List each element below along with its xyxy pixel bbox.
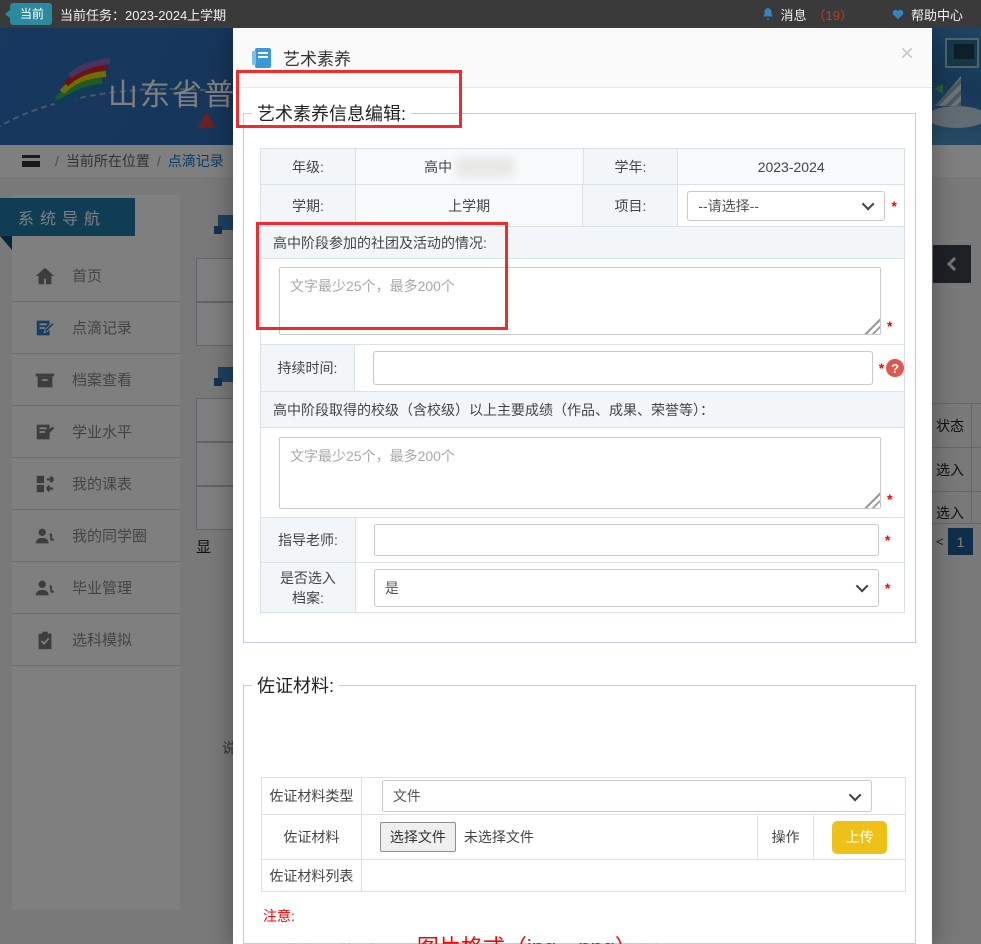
material-table: 佐证材料类型 文件 佐证材料 选择文件 未选择文件 操作 上传 (261, 777, 906, 892)
help-center-link[interactable]: 帮助中心 (911, 5, 963, 24)
redacted-text (456, 157, 514, 177)
semester-value: 上学期 (356, 185, 584, 226)
notes-block: 注意: 1.总档案佐证材料中只显示图片格式（jpg、png）的文件缩略图。 2.… (263, 906, 903, 944)
file-status-text: 未选择文件 (464, 827, 534, 847)
material-list-empty (362, 860, 906, 891)
material-section: 佐证材料: 佐证材料类型 文件 佐证材料 选择文件 未选择文件 (243, 672, 916, 944)
material-type-select[interactable]: 文件 (382, 780, 872, 812)
achievement-textarea[interactable] (279, 437, 881, 509)
material-type-label: 佐证材料类型 (262, 778, 362, 814)
chevron-down-icon (862, 198, 875, 211)
teacher-label: 指导老师: (261, 518, 356, 562)
duration-input[interactable] (373, 351, 873, 385)
chevron-down-icon (856, 580, 869, 593)
grade-value: 高中 (356, 149, 584, 184)
archive-select[interactable]: 是 (374, 569, 879, 607)
teacher-input[interactable] (374, 524, 879, 556)
upload-button[interactable]: 上传 (832, 821, 887, 854)
top-taskbar: 当前 当前任务：2023-2024上学期 消息 （19） 帮助中心 (0, 0, 981, 28)
document-icon (255, 48, 271, 68)
required-mark: * (879, 360, 884, 376)
annotation-box-edit-title (236, 70, 462, 128)
operation-label: 操作 (758, 815, 814, 859)
duration-label: 持续时间: (261, 345, 355, 391)
school-year-value: 2023-2024 (678, 149, 905, 184)
chevron-down-icon (849, 788, 862, 801)
material-section-legend: 佐证材料: (252, 672, 339, 698)
achievement-label: 高中阶段取得的校级（含校级）以上主要成绩（作品、成果、荣誉等）： (261, 392, 905, 427)
help-icon[interactable]: ? (886, 359, 904, 377)
notes-title: 注意: (263, 906, 903, 926)
messages-link[interactable]: 消息 (781, 5, 807, 24)
project-select[interactable]: --请选择-- (687, 191, 885, 221)
project-label: 项目: (583, 185, 678, 226)
school-year-label: 学年: (584, 149, 679, 184)
required-mark: * (885, 532, 890, 548)
art-literacy-modal: 艺术素养 × 艺术素养信息编辑: 年级: 高中 学年: 2023-2024 学期… (233, 28, 932, 944)
messages-count: （19） (813, 5, 853, 24)
choose-file-button[interactable]: 选择文件 (380, 822, 456, 852)
required-mark: * (891, 198, 896, 214)
edit-info-table: 年级: 高中 学年: 2023-2024 学期: 上学期 项目: --请选择--… (260, 148, 905, 613)
bell-icon (761, 7, 775, 21)
modal-title: 艺术素养 (283, 45, 351, 70)
required-mark: * (887, 491, 892, 507)
material-list-label: 佐证材料列表 (262, 860, 362, 891)
archive-label: 是否选入档案: (261, 563, 356, 612)
screen: 山东省普通 / 当前所在位置 / 点滴记录 系统导航 首页 点滴记录 (0, 0, 981, 944)
current-badge: 当前 (10, 3, 52, 25)
grade-label: 年级: (261, 149, 356, 184)
annotation-box-club-field (256, 222, 508, 330)
close-icon[interactable]: × (900, 42, 914, 66)
required-mark: * (887, 318, 892, 334)
current-task-text: 当前任务：2023-2024上学期 (60, 5, 226, 24)
material-label: 佐证材料 (262, 815, 362, 859)
required-mark: * (885, 580, 890, 596)
heart-icon (891, 7, 905, 21)
note-line-1: 1.总档案佐证材料中只显示图片格式（jpg、png）的文件缩略图。 (263, 935, 903, 944)
semester-label: 学期: (261, 185, 356, 226)
